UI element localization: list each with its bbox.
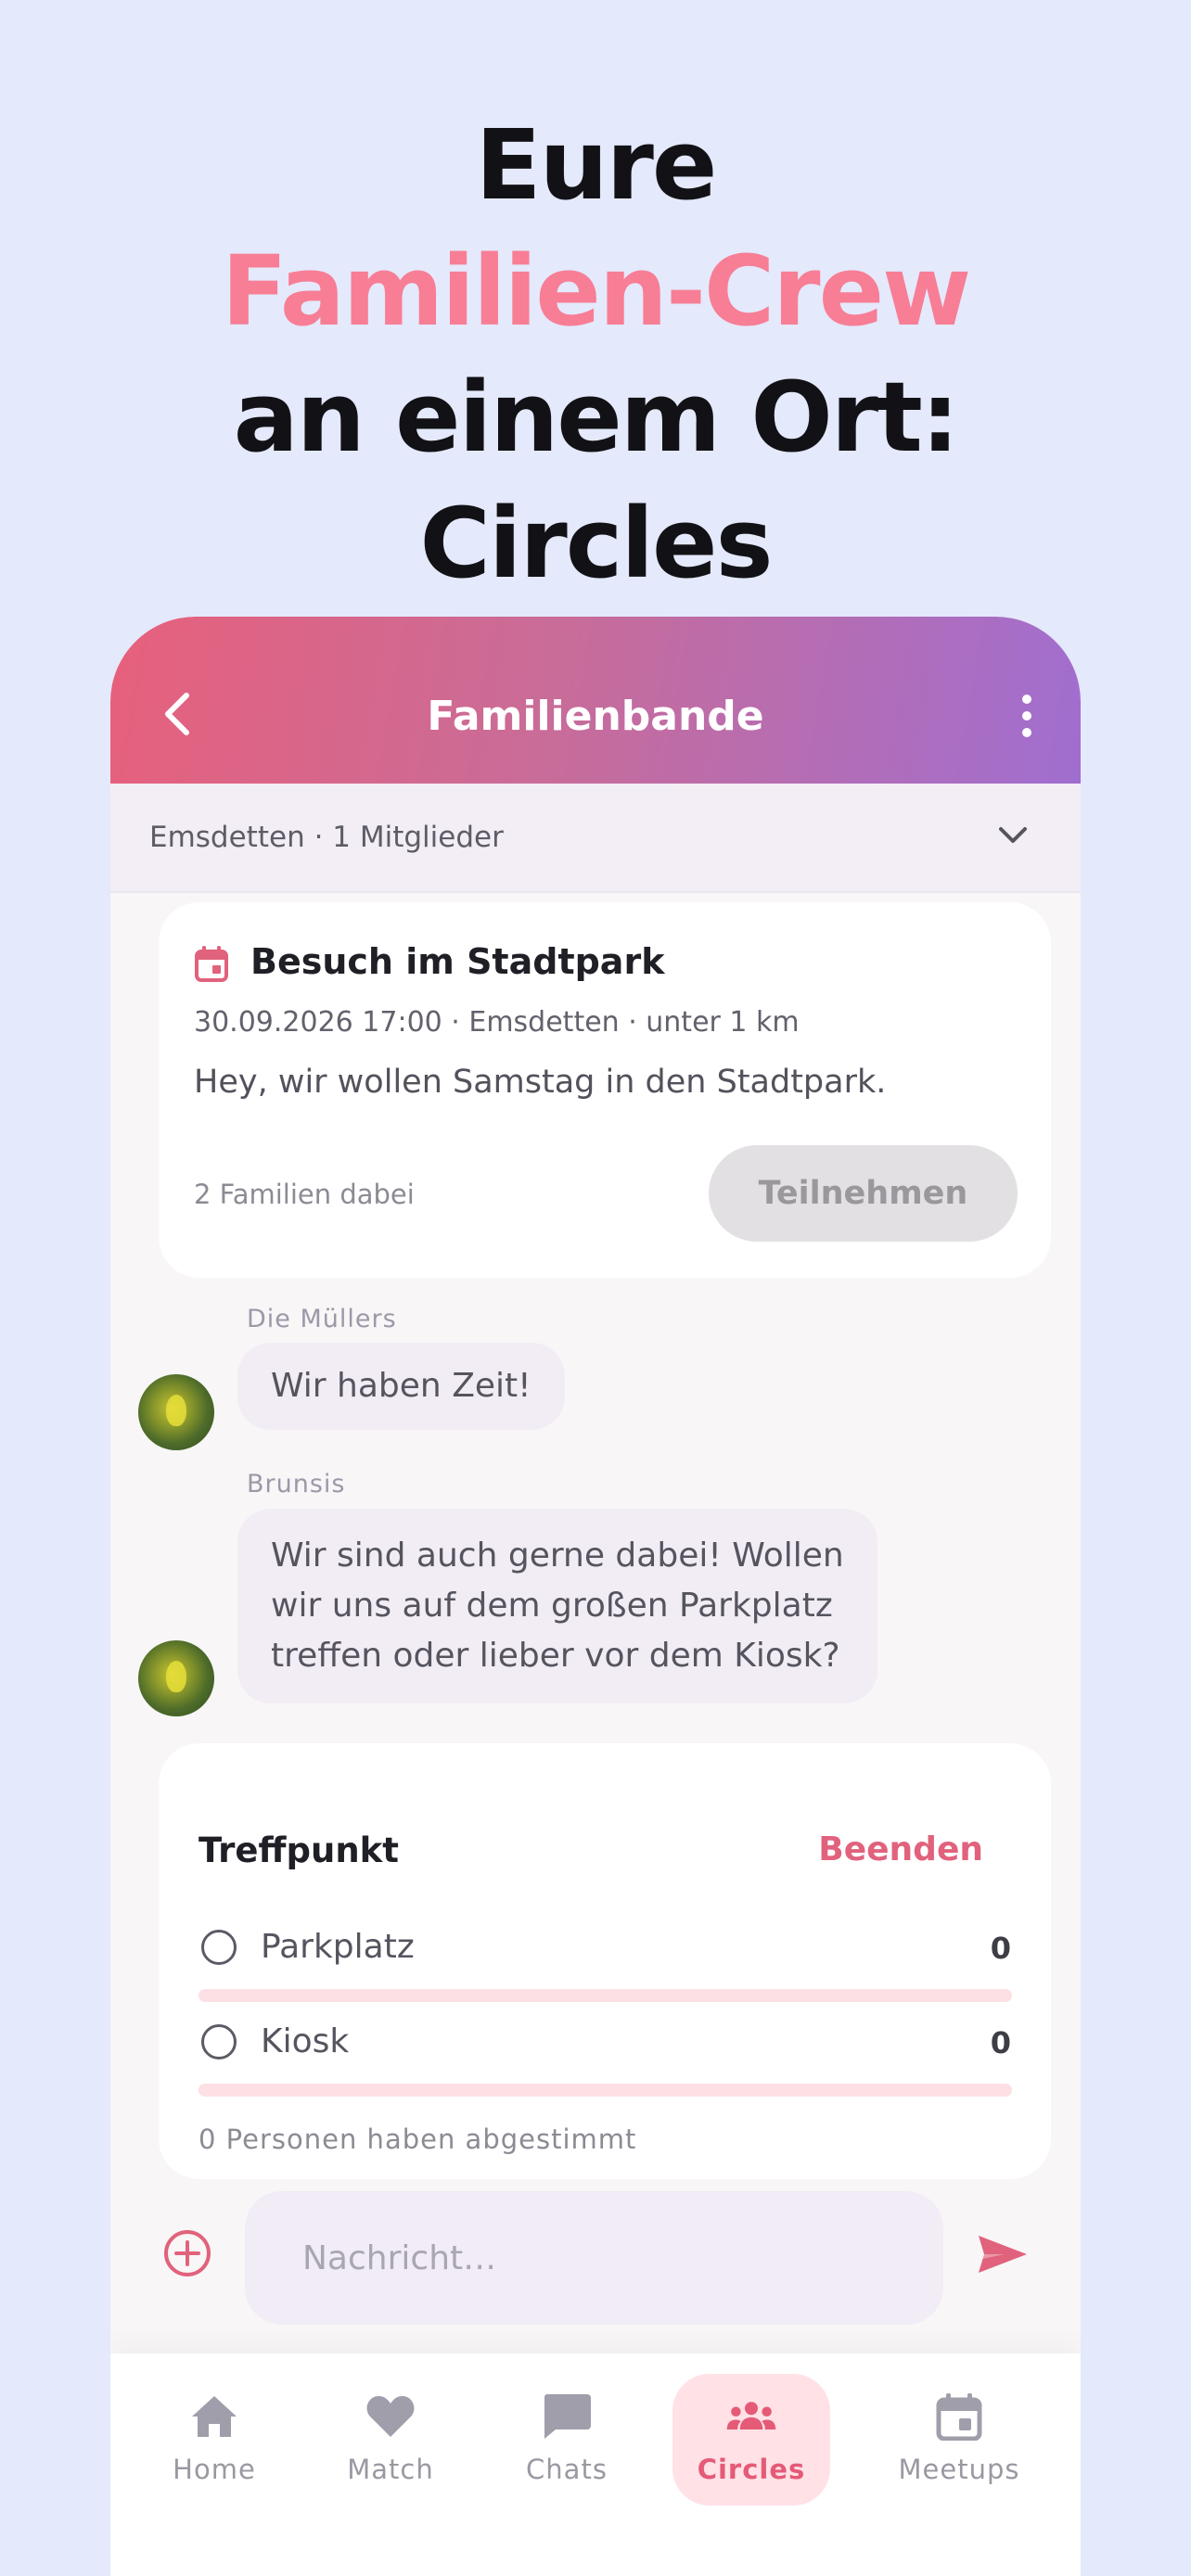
avatar[interactable] [138, 1374, 214, 1450]
event-participants: 2 Familien dabei [194, 1179, 415, 1210]
message-input[interactable] [245, 2191, 943, 2325]
poll-option-bar [198, 1989, 1012, 2002]
message-line: treffen oder lieber vor dem Kiosk? [271, 1637, 840, 1675]
promo-headline: Eure Familien-Crew an einem Ort: Circles [0, 102, 1191, 606]
message-bubble[interactable]: Wir haben Zeit! [237, 1343, 565, 1430]
poll-title: Treffpunkt [198, 1830, 399, 1870]
message-sender: Die Müllers [247, 1305, 397, 1333]
end-poll-button[interactable]: Beenden [818, 1830, 983, 1868]
event-description: Hey, wir wollen Samstag in den Stadtpark… [194, 1064, 887, 1101]
poll-option-count: 0 [990, 2025, 1011, 2060]
poll-option-label[interactable]: Kiosk [261, 2022, 349, 2060]
avatar[interactable] [138, 1640, 214, 1716]
circle-info-text: Emsdetten · 1 Mitglieder [149, 821, 504, 854]
home-icon [192, 2396, 237, 2437]
tab-circles[interactable]: Circles [672, 2374, 830, 2506]
message-line: wir uns auf dem großen Parkplatz [271, 1587, 833, 1625]
app-bar: Familienbande [110, 617, 1081, 784]
message-bubble[interactable]: Wir sind auch gerne dabei! Wollen wir un… [237, 1509, 877, 1703]
group-icon [726, 2402, 776, 2429]
calendar-icon [195, 946, 228, 982]
send-icon[interactable] [977, 2234, 1029, 2275]
event-card[interactable]: Besuch im Stadtpark 30.09.2026 17:00 · E… [159, 902, 1051, 1278]
message-line: Wir sind auch gerne dabei! Wollen [271, 1537, 844, 1575]
bottom-navigation: Home Match Chats Circles Meetups [110, 2353, 1081, 2576]
tab-label: Meetups [898, 2454, 1020, 2485]
tab-label: Home [173, 2454, 256, 2485]
tab-meetups[interactable]: Meetups [871, 2353, 1047, 2493]
poll-option-label[interactable]: Parkplatz [261, 1928, 415, 1966]
poll-option-count: 0 [990, 1931, 1011, 1966]
headline-line-4: Circles [419, 487, 774, 600]
add-circle-icon[interactable] [162, 2228, 212, 2278]
chat-bubble-icon [544, 2394, 591, 2439]
headline-line-1: Eure [475, 108, 718, 222]
poll-option-radio[interactable] [201, 2024, 237, 2060]
circle-title: Familienbande [427, 693, 764, 740]
more-vertical-icon[interactable] [1019, 693, 1034, 739]
headline-line-3: an einem Ort: [233, 361, 960, 474]
poll-option-radio[interactable] [201, 1930, 237, 1965]
phone-screen: Familienbande Emsdetten · 1 Mitglieder B… [110, 617, 1081, 2576]
tab-chats[interactable]: Chats [500, 2353, 634, 2493]
tab-label: Match [347, 2454, 434, 2485]
poll-voter-count: 0 Personen haben abgestimmt [198, 2123, 637, 2155]
tab-label: Circles [697, 2454, 806, 2485]
circle-info-bar[interactable]: Emsdetten · 1 Mitglieder [110, 784, 1081, 893]
tab-home[interactable]: Home [147, 2353, 281, 2493]
poll-card: Treffpunkt Beenden Parkplatz 0 Kiosk 0 0… [159, 1743, 1051, 2179]
event-meta: 30.09.2026 17:00 · Emsdetten · unter 1 k… [194, 1006, 800, 1039]
tab-match[interactable]: Match [324, 2353, 457, 2493]
message-sender: Brunsis [247, 1470, 346, 1498]
poll-option-bar [198, 2084, 1012, 2097]
heart-icon [366, 2395, 415, 2437]
join-button[interactable]: Teilnehmen [709, 1145, 1018, 1242]
event-title: Besuch im Stadtpark [250, 941, 665, 982]
headline-line-2: Familien-Crew [221, 235, 971, 348]
message-composer [110, 2184, 1081, 2341]
calendar-icon [936, 2393, 982, 2441]
chevron-down-icon[interactable] [997, 824, 1029, 847]
tab-label: Chats [526, 2454, 608, 2485]
